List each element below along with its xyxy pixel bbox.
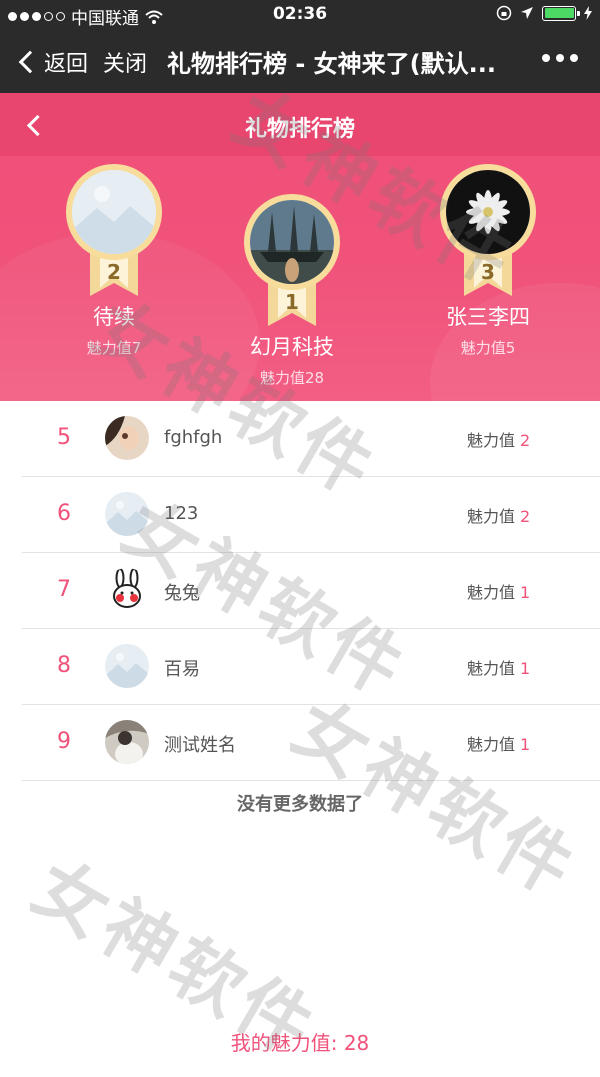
no-more-data-text: 没有更多数据了 <box>0 790 600 816</box>
back-label: 返回 <box>44 46 88 78</box>
medal: 2 <box>66 164 162 299</box>
user-name: 123 <box>164 503 198 524</box>
charm-value: 魅力值2 <box>467 503 530 527</box>
user-name: 兔兔 <box>164 579 200 605</box>
more-dot-icon <box>542 54 550 62</box>
user-name: fghfgh <box>164 427 222 448</box>
rabbit-icon <box>105 568 149 612</box>
avatar-default-icon <box>72 170 156 254</box>
photo-girl-icon <box>105 416 149 460</box>
charm-value: 魅力值1 <box>467 731 530 755</box>
user-name: 测试姓名 <box>164 731 236 757</box>
podium-charm: 魅力值5 <box>398 337 578 358</box>
rank-number: 3 <box>440 260 536 284</box>
list-item[interactable]: 7 兔兔 魅力值1 <box>22 553 600 629</box>
podium-rank-3[interactable]: 3 张三李四 魅力值5 <box>398 164 578 358</box>
podium-charm: 魅力值28 <box>202 367 382 388</box>
avatar-flower-icon <box>446 170 530 254</box>
rank-number: 2 <box>66 260 162 284</box>
charm-value: 魅力值1 <box>467 579 530 603</box>
charm-value: 魅力值1 <box>467 655 530 679</box>
close-button[interactable]: 关闭 <box>103 46 147 78</box>
medal: 1 <box>244 194 340 329</box>
podium-name: 幻月科技 <box>202 331 382 361</box>
rank-number: 1 <box>244 290 340 314</box>
leaderboard-title: 礼物排行榜 <box>0 111 600 143</box>
location-icon <box>520 6 534 20</box>
list-item[interactable]: 5 fghfgh 魅力值2 <box>22 401 600 477</box>
ranking-list: 5 fghfgh 魅力值2 6 123 魅力值2 7 <box>22 401 600 781</box>
my-charm-value: 我的魅力值: 28 <box>0 1027 600 1056</box>
rank-number: 5 <box>52 425 76 450</box>
nav-bar: 返回 关闭 礼物排行榜 - 女神来了(默认... <box>0 30 600 93</box>
orientation-lock-icon <box>496 5 512 21</box>
rank-number: 8 <box>52 653 76 678</box>
rank-number: 9 <box>52 729 76 754</box>
default-mountain-icon <box>105 492 149 536</box>
default-mountain-icon <box>105 644 149 688</box>
leaderboard-header: 礼物排行榜 <box>0 93 600 156</box>
charm-value: 魅力值2 <box>467 427 530 451</box>
rank-number: 6 <box>52 501 76 526</box>
battery-icon <box>542 6 576 21</box>
back-button[interactable]: 返回 <box>18 46 88 78</box>
list-item[interactable]: 6 123 魅力值2 <box>22 477 600 553</box>
podium-name: 张三李四 <box>398 301 578 331</box>
list-item[interactable]: 8 百易 魅力值1 <box>22 629 600 705</box>
list-item[interactable]: 9 测试姓名 魅力值1 <box>22 705 600 781</box>
charging-icon <box>584 6 592 20</box>
photo-person-icon <box>105 720 149 764</box>
user-name: 百易 <box>164 655 200 681</box>
podium-charm: 魅力值7 <box>24 337 204 358</box>
chevron-left-icon <box>19 51 42 74</box>
rank-number: 7 <box>52 577 76 602</box>
page-title: 礼物排行榜 - 女神来了(默认... <box>167 44 532 79</box>
more-options-button[interactable] <box>542 54 578 62</box>
leaderboard-hero: 礼物排行榜 2 待续 魅力值7 <box>0 93 600 401</box>
status-bar: 中国联通 02:36 <box>0 0 600 30</box>
avatar-ship-icon <box>250 200 334 284</box>
podium-name: 待续 <box>24 301 204 331</box>
medal: 3 <box>440 164 536 299</box>
podium-rank-1[interactable]: 1 幻月科技 魅力值28 <box>202 194 382 388</box>
podium-rank-2[interactable]: 2 待续 魅力值7 <box>24 164 204 358</box>
